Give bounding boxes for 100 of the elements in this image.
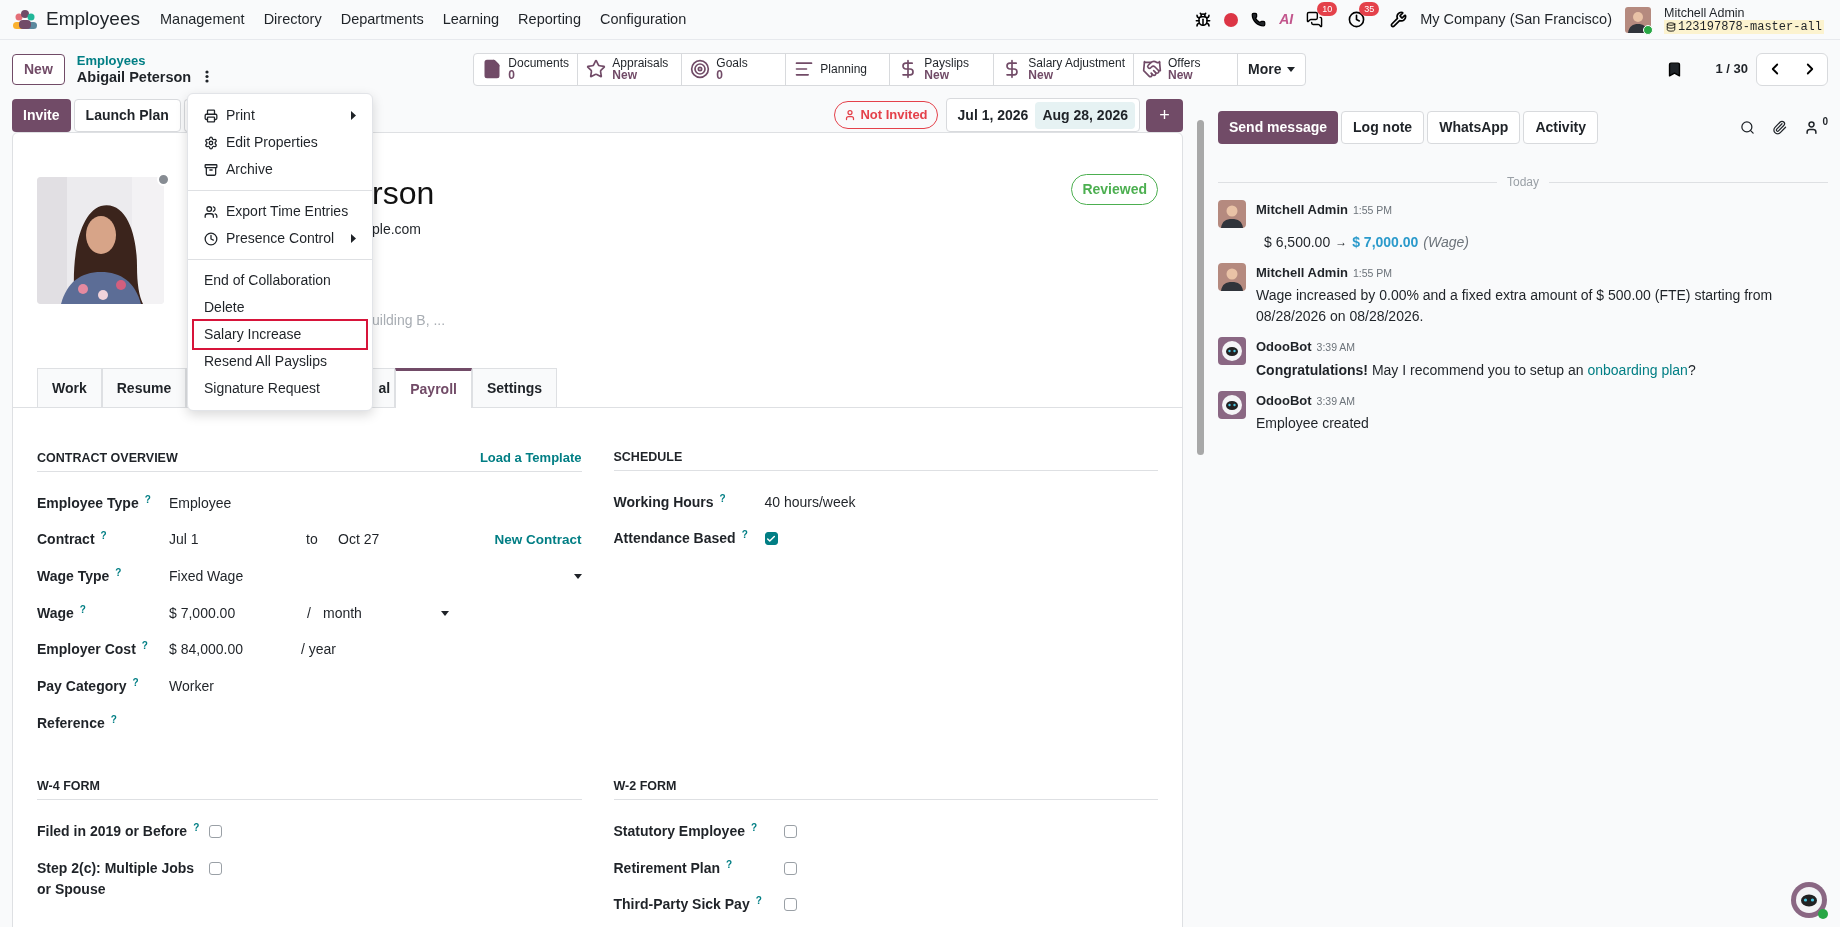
followers-count[interactable]: 0 <box>1822 116 1828 128</box>
menu-item[interactable]: Signature Request <box>194 375 366 402</box>
help-tooltip[interactable]: ? <box>751 822 758 834</box>
help-tooltip[interactable]: ? <box>132 676 139 688</box>
menu-item[interactable]: Resend All Payslips <box>194 348 366 375</box>
menu-item[interactable]: Presence Control <box>194 225 366 252</box>
menu-item[interactable]: Management <box>160 8 245 31</box>
smart-button[interactable]: Appraisals New <box>578 53 683 85</box>
menu-item[interactable]: Edit Properties <box>194 129 366 156</box>
bug-icon[interactable] <box>1195 11 1212 28</box>
menu-item[interactable]: Configuration <box>600 8 687 31</box>
date-field[interactable]: Jul 1 <box>169 529 306 551</box>
tab[interactable]: Work <box>37 368 102 407</box>
menu-item[interactable]: Departments <box>340 8 424 31</box>
field-label: Wage <box>37 604 74 621</box>
help-tooltip[interactable]: ? <box>726 858 733 870</box>
tab[interactable]: Payroll <box>395 368 472 408</box>
user-name[interactable]: Mitchell Admin <box>1663 5 1824 20</box>
help-tooltip[interactable]: ? <box>193 822 200 834</box>
user-avatar[interactable] <box>1624 6 1651 33</box>
smart-button[interactable]: Documents 0 <box>474 53 579 85</box>
ai-icon[interactable]: AI <box>1279 9 1294 30</box>
field-value[interactable]: Employee <box>169 492 232 514</box>
app-logo-icon[interactable] <box>12 8 38 31</box>
amount-field[interactable]: $ 7,000.00 <box>169 602 307 624</box>
message-author[interactable]: Mitchell Admin <box>1256 200 1348 220</box>
smart-button[interactable]: Planning <box>786 53 891 85</box>
phone-icon[interactable] <box>1251 12 1267 27</box>
smart-button[interactable]: Payslips New <box>890 53 995 85</box>
menu-item[interactable]: Salary Increase <box>194 321 366 348</box>
help-tooltip[interactable]: ? <box>79 603 86 615</box>
message-author[interactable]: OdooBot <box>1256 337 1312 357</box>
action-button[interactable]: Launch Plan <box>73 98 181 132</box>
message-author[interactable]: Mitchell Admin <box>1256 262 1348 282</box>
checkbox[interactable] <box>209 825 222 839</box>
message-author[interactable]: OdooBot <box>1256 390 1312 410</box>
load-template-link[interactable]: Load a Template <box>479 448 582 468</box>
help-tooltip[interactable]: ? <box>141 640 148 652</box>
more-options-icon[interactable] <box>205 69 210 83</box>
menu-item[interactable]: Reporting <box>518 8 581 31</box>
help-tooltip[interactable]: ? <box>100 530 107 542</box>
chat-icon[interactable] <box>1306 11 1324 28</box>
user-avatar <box>1218 262 1246 291</box>
new-contract-link[interactable]: New Contract <box>494 529 582 550</box>
tab[interactable]: Resume <box>101 368 187 407</box>
checkbox[interactable] <box>783 825 797 839</box>
menu-item[interactable]: End of Collaboration <box>194 267 366 294</box>
menu-item-label: Delete <box>204 298 245 317</box>
breadcrumb-link[interactable]: Employees <box>76 52 192 69</box>
paperclip-icon[interactable] <box>1772 120 1788 135</box>
followers-icon[interactable] <box>1804 120 1820 135</box>
checkbox[interactable] <box>209 861 222 875</box>
field-label: Employee Type <box>37 494 139 511</box>
chatter-button[interactable]: Send message <box>1218 111 1339 144</box>
tools-icon[interactable] <box>1390 11 1408 28</box>
more-button[interactable]: More <box>1238 53 1306 85</box>
action-button[interactable]: Invite <box>12 98 71 132</box>
caret-icon <box>441 610 449 616</box>
record-icon[interactable] <box>1224 12 1239 27</box>
new-button[interactable]: New <box>12 53 65 85</box>
help-tooltip[interactable]: ? <box>144 493 151 505</box>
help-tooltip[interactable]: ? <box>741 529 748 541</box>
chatter-button[interactable]: Activity <box>1523 111 1598 144</box>
field-value[interactable]: 40 hours/week <box>764 491 856 513</box>
field-value[interactable]: Worker <box>169 675 214 697</box>
help-tooltip[interactable]: ? <box>110 713 117 725</box>
onboarding-link[interactable]: onboarding plan <box>1587 361 1688 378</box>
smart-button[interactable]: Salary Adjustment New <box>994 53 1134 85</box>
menu-item[interactable]: Print <box>194 102 366 129</box>
help-tooltip[interactable]: ? <box>719 492 726 504</box>
amount-field[interactable]: $ 84,000.00 <box>169 639 301 661</box>
checkbox[interactable] <box>783 898 797 912</box>
menu-item[interactable]: Learning <box>442 8 500 31</box>
search-icon[interactable] <box>1740 120 1756 135</box>
field-label: Working Hours <box>613 493 714 510</box>
smart-button[interactable]: Goals 0 <box>682 53 787 85</box>
smart-button[interactable]: Offers New <box>1134 53 1238 85</box>
add-button[interactable]: + <box>1146 98 1183 132</box>
app-name[interactable]: Employees <box>46 5 140 34</box>
clock-icon[interactable] <box>1348 11 1366 28</box>
chatter-button[interactable]: Log note <box>1341 111 1425 144</box>
range-separator: to <box>306 530 319 550</box>
field-label: Statutory Employee <box>613 823 745 840</box>
tab[interactable]: Settings <box>471 368 558 407</box>
company-switcher[interactable]: My Company (San Francisco) <box>1420 8 1612 31</box>
menu-item[interactable]: Archive <box>194 156 366 183</box>
chatter-button[interactable]: WhatsApp <box>1427 111 1521 144</box>
checkbox[interactable] <box>764 532 778 546</box>
help-tooltip[interactable]: ? <box>755 895 762 907</box>
pager-value[interactable]: 1 / 30 <box>1715 59 1748 79</box>
date-range-field[interactable]: Jul 1, 2026 Aug 28, 2026 <box>945 98 1140 132</box>
menu-item[interactable]: Export Time Entries <box>194 198 366 225</box>
period-select[interactable]: month <box>323 602 449 624</box>
select-field[interactable]: Fixed Wage <box>169 565 582 587</box>
help-tooltip[interactable]: ? <box>115 566 122 578</box>
checkbox[interactable] <box>783 861 797 875</box>
menu-item[interactable]: Directory <box>263 8 322 31</box>
menu-item[interactable]: Delete <box>194 294 366 321</box>
date-field[interactable]: Oct 27 <box>338 529 380 551</box>
chatbot-launcher-icon[interactable] <box>1790 881 1828 919</box>
